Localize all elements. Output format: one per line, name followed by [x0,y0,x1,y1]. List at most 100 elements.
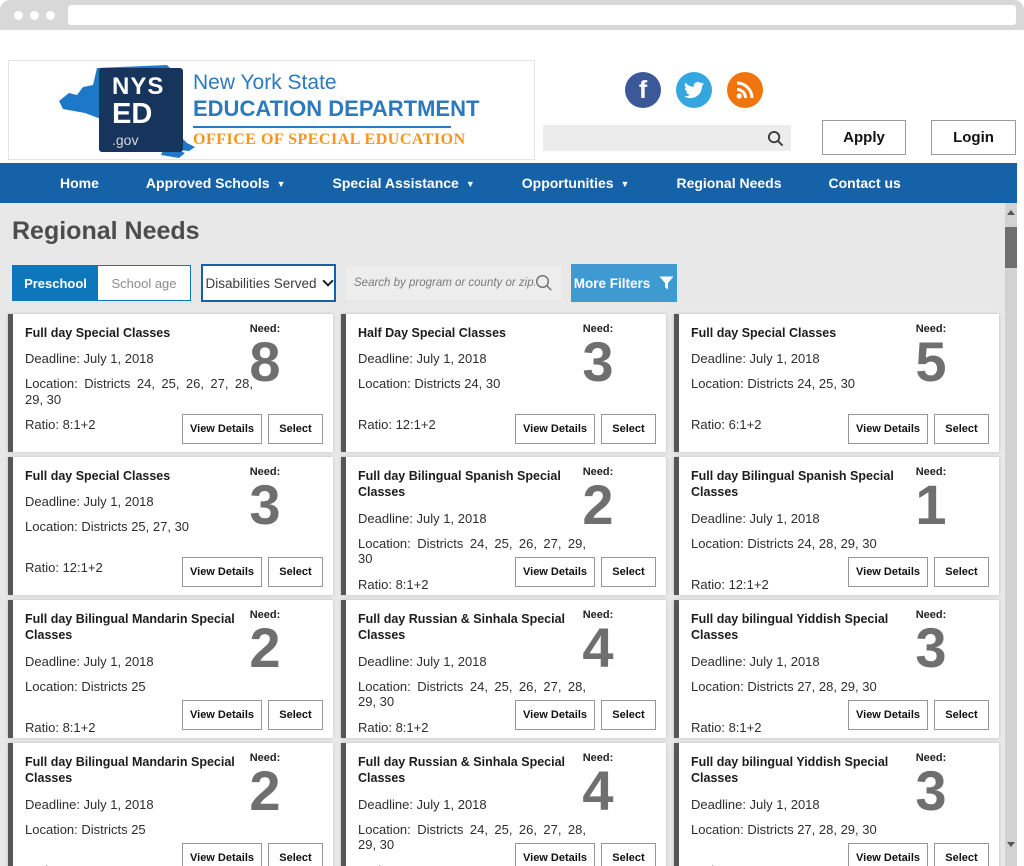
select-button[interactable]: Select [601,843,656,866]
more-filters-button[interactable]: More Filters [571,264,677,302]
apply-button[interactable]: Apply [822,120,906,155]
select-button[interactable]: Select [934,557,989,587]
chevron-down-icon [322,275,333,286]
select-button[interactable]: Select [268,700,323,730]
card-location: Location: Districts 24, 25, 30 [691,376,919,407]
chevron-down-icon: ▼ [277,179,286,189]
card-actions: View Details Select [515,843,656,866]
scrollbar-up-arrow-icon[interactable] [1007,210,1015,215]
rss-icon[interactable] [727,72,763,108]
need-number: 1 [895,479,967,531]
filter-funnel-icon [659,276,674,290]
select-button[interactable]: Select [934,843,989,866]
need-card: Full day bilingual Yiddish Special Class… [674,743,999,866]
need-card: Full day Russian & Sinhala Special Class… [341,600,666,738]
logo-line-office: OFFICE OF SPECIAL EDUCATION [193,131,523,149]
logo-line-nys: New York State [193,71,523,95]
header-search-input[interactable] [543,125,767,151]
select-button[interactable]: Select [934,414,989,444]
need-card: Full day Bilingual Mandarin Special Clas… [8,600,333,738]
view-details-button[interactable]: View Details [515,414,595,444]
logo-divider [193,126,451,128]
search-icon[interactable] [767,130,784,147]
select-button[interactable]: Select [601,557,656,587]
need-block: Need: 8 [229,323,301,388]
nav-item-approved-schools[interactable]: Approved Schools ▼ [146,175,286,191]
card-deadline: Deadline: July 1, 2018 [358,797,586,812]
need-block: Need: 2 [229,609,301,674]
nav-item-home[interactable]: Home ▼ [60,175,99,191]
card-deadline: Deadline: July 1, 2018 [691,351,919,366]
nav-item-regional-needs[interactable]: Regional Needs ▼ [676,175,781,191]
nav-item-special-assistance[interactable]: Special Assistance ▼ [333,175,475,191]
view-details-button[interactable]: View Details [182,700,262,730]
tab-school-age[interactable]: School age [98,266,190,300]
need-card: Full day Bilingual Spanish Special Class… [674,457,999,595]
view-details-button[interactable]: View Details [848,843,928,866]
program-search-box [346,266,561,300]
card-actions: View Details Select [848,414,989,444]
facebook-icon[interactable]: f [625,72,661,108]
address-bar[interactable] [68,5,1016,25]
login-button[interactable]: Login [931,120,1016,155]
need-card: Full day Russian & Sinhala Special Class… [341,743,666,866]
need-number: 3 [895,765,967,817]
logo-nys-text: NYS [112,73,183,101]
window-dot[interactable] [46,11,55,20]
view-details-button[interactable]: View Details [515,700,595,730]
card-deadline: Deadline: July 1, 2018 [25,654,253,669]
tab-preschool[interactable]: Preschool [13,266,98,300]
search-icon[interactable] [535,274,553,292]
nysed-logo[interactable]: NYS ED .gov New York State EDUCATION DEP… [8,60,535,160]
scrollbar-thumb[interactable] [1005,227,1017,268]
nav-item-label: Contact us [829,175,901,191]
disabilities-served-label: Disabilities Served [205,276,316,291]
select-button[interactable]: Select [268,414,323,444]
window-control-dots[interactable] [14,11,55,20]
page-scrollbar[interactable] [1005,203,1017,866]
need-block: Need: 3 [562,323,634,388]
nav-item-opportunities[interactable]: Opportunities ▼ [522,175,630,191]
card-location: Location: Districts 24, 25, 26, 27, 28, … [25,376,253,407]
need-block: Need: 2 [562,466,634,531]
main-content: Regional Needs Preschool School age Disa… [0,203,1017,866]
twitter-icon[interactable] [676,72,712,108]
select-button[interactable]: Select [601,700,656,730]
view-details-button[interactable]: View Details [848,414,928,444]
view-details-button[interactable]: View Details [515,557,595,587]
view-details-button[interactable]: View Details [182,843,262,866]
view-details-button[interactable]: View Details [848,700,928,730]
header-search-box [543,125,791,151]
view-details-button[interactable]: View Details [182,414,262,444]
window-dot[interactable] [14,11,23,20]
need-number: 3 [895,622,967,674]
view-details-button[interactable]: View Details [182,557,262,587]
program-search-input[interactable] [354,266,535,300]
needs-card-grid: Full day Special Classes Need: 8 Deadlin… [8,314,999,866]
disabilities-served-dropdown[interactable]: Disabilities Served [201,264,336,302]
view-details-button[interactable]: View Details [848,557,928,587]
window-dot[interactable] [30,11,39,20]
age-segmented-control: Preschool School age [12,265,191,301]
rss-glyph-icon [735,80,755,100]
card-deadline: Deadline: July 1, 2018 [358,511,586,526]
need-number: 2 [229,622,301,674]
need-block: Need: 4 [562,752,634,817]
filter-bar: Preschool School age Disabilities Served… [12,264,1017,302]
select-button[interactable]: Select [268,557,323,587]
select-button[interactable]: Select [601,414,656,444]
nav-item-contact-us[interactable]: Contact us ▼ [829,175,901,191]
need-number: 3 [562,336,634,388]
select-button[interactable]: Select [268,843,323,866]
need-number: 8 [229,336,301,388]
main-nav: Home ▼ Approved Schools ▼ Special Assist… [0,163,1017,203]
card-deadline: Deadline: July 1, 2018 [691,511,919,526]
need-card: Full day Special Classes Need: 5 Deadlin… [674,314,999,452]
card-actions: View Details Select [182,843,323,866]
scrollbar-down-arrow-icon[interactable] [1007,842,1015,847]
need-card: Full day Bilingual Mandarin Special Clas… [8,743,333,866]
view-details-button[interactable]: View Details [515,843,595,866]
twitter-bird-icon [684,80,704,100]
card-deadline: Deadline: July 1, 2018 [25,494,253,509]
select-button[interactable]: Select [934,700,989,730]
